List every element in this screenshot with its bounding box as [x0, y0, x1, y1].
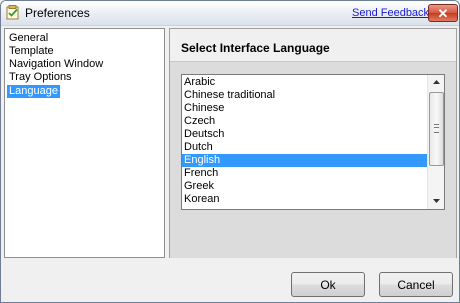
close-button[interactable]: ✕	[428, 4, 458, 22]
thumb-grip-icon	[434, 124, 439, 133]
cancel-button[interactable]: Cancel	[379, 272, 453, 297]
preferences-nav-list[interactable]: General Template Navigation Window Tray …	[4, 28, 165, 258]
section-body: Arabic Chinese traditional Chinese Czech…	[170, 61, 456, 258]
preferences-window: Preferences Send Feedback ✕ General Temp…	[0, 0, 460, 303]
nav-item-template[interactable]: Template	[7, 45, 56, 58]
section-header: Select Interface Language	[170, 29, 456, 61]
section-title: Select Interface Language	[181, 41, 330, 55]
preferences-checklist-icon	[6, 5, 21, 20]
language-item-dutch[interactable]: Dutch	[182, 141, 429, 154]
language-item-french[interactable]: French	[182, 167, 429, 180]
nav-item-language[interactable]: Language	[7, 85, 60, 98]
language-item-english[interactable]: English	[182, 154, 429, 167]
title-bar[interactable]: Preferences Send Feedback ✕	[1, 1, 459, 26]
ok-button[interactable]: Ok	[291, 272, 365, 297]
nav-item-tray-options[interactable]: Tray Options	[7, 71, 74, 84]
nav-item-navigation-window[interactable]: Navigation Window	[7, 58, 105, 71]
language-panel: Select Interface Language Arabic Chinese…	[169, 28, 457, 258]
close-icon: ✕	[437, 5, 449, 21]
scroll-up-button[interactable]	[428, 75, 444, 90]
nav-item-general[interactable]: General	[7, 32, 50, 45]
language-item-greek[interactable]: Greek	[182, 180, 429, 193]
language-item-chinese-traditional[interactable]: Chinese traditional	[182, 89, 429, 102]
scroll-down-button[interactable]	[428, 194, 444, 209]
scrollbar-thumb[interactable]	[429, 92, 444, 166]
scroll-down-arrow-icon	[432, 198, 440, 205]
language-item-deutsch[interactable]: Deutsch	[182, 128, 429, 141]
language-listbox[interactable]: Arabic Chinese traditional Chinese Czech…	[181, 74, 445, 210]
language-item-korean[interactable]: Korean	[182, 193, 429, 206]
language-item-arabic[interactable]: Arabic	[182, 76, 429, 89]
scroll-up-arrow-icon	[432, 79, 440, 86]
language-item-czech[interactable]: Czech	[182, 115, 429, 128]
language-list-scrollbar[interactable]	[427, 75, 444, 209]
language-item-chinese[interactable]: Chinese	[182, 102, 429, 115]
send-feedback-link[interactable]: Send Feedback	[352, 7, 429, 19]
window-title: Preferences	[25, 6, 90, 20]
